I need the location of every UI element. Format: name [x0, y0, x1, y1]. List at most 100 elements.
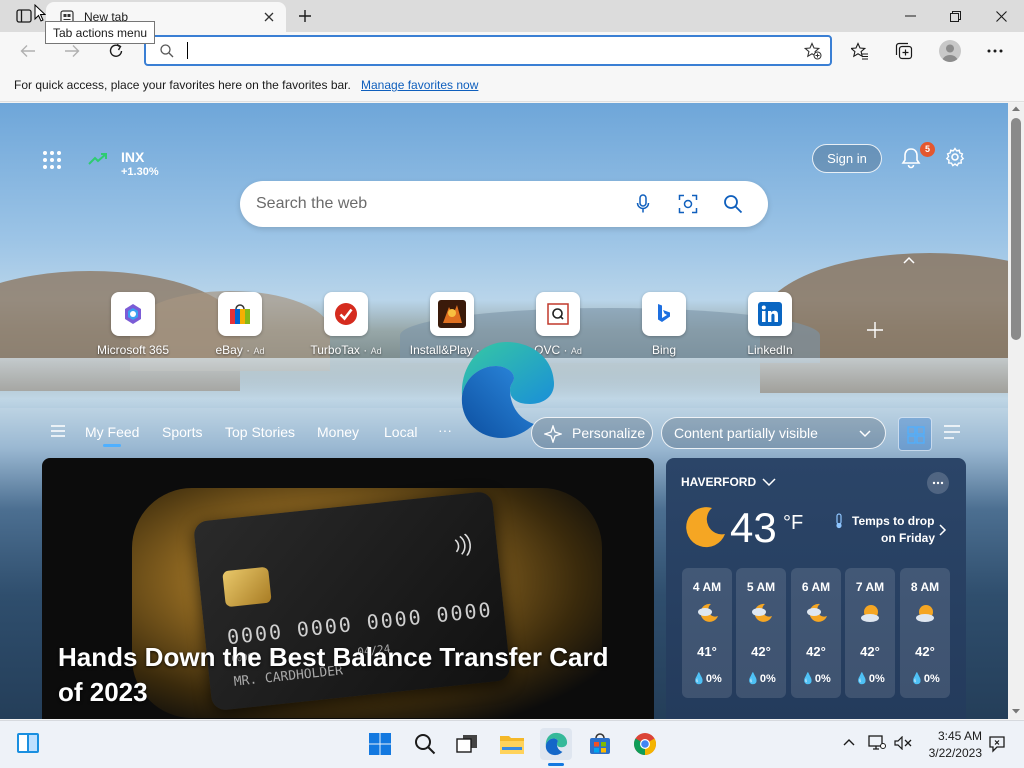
weather-card[interactable]: HAVERFORD 43 °F Temps to drop on Friday … — [666, 458, 966, 719]
clock-time[interactable]: 3:45 AM — [930, 729, 982, 743]
hero-headline[interactable]: Hands Down the Best Balance Transfer Car… — [58, 640, 638, 710]
sign-in-button[interactable]: Sign in — [812, 144, 882, 173]
weather-more-options-button[interactable] — [927, 472, 949, 494]
scrollbar-thumb[interactable] — [1011, 118, 1021, 340]
taskbar-search-button[interactable] — [409, 728, 441, 760]
clock-date[interactable]: 3/22/2023 — [920, 746, 982, 760]
quick-link-label: LinkedIn — [747, 343, 793, 357]
moon-cloud-icon — [750, 602, 774, 626]
quick-link-label: Bing — [651, 343, 677, 357]
microsoft-store-button[interactable] — [584, 728, 616, 760]
forecast-temperature: 42° — [915, 644, 935, 659]
forecast-precipitation: 💧0% — [910, 673, 940, 685]
more-tabs-button[interactable]: ··· — [438, 422, 452, 438]
restore-button[interactable] — [941, 4, 969, 28]
forecast-precipitation: 💧0% — [692, 673, 722, 685]
weather-alert-line-2[interactable]: on Friday — [881, 531, 935, 545]
forward-arrow-icon — [65, 45, 80, 57]
edge-taskbar-button[interactable] — [540, 728, 572, 760]
active-app-indicator — [548, 763, 564, 766]
quick-link-qvc[interactable] — [536, 292, 580, 336]
tab-actions-menu-button[interactable] — [14, 6, 34, 26]
volume-muted-icon[interactable] — [894, 736, 912, 750]
moon-cloud-icon — [805, 602, 829, 626]
visual-search-button[interactable] — [678, 194, 698, 214]
search-submit-button[interactable] — [723, 194, 743, 214]
tab-my-feed[interactable]: My Feed — [85, 424, 139, 440]
hero-news-card[interactable]: 0000 0000 0000 0000 0000 04/24 MR. CARDH… — [42, 458, 654, 719]
quick-link-label: TurboTax · Ad — [310, 343, 382, 357]
close-window-button[interactable] — [987, 4, 1015, 28]
tab-top-stories[interactable]: Top Stories — [225, 424, 295, 440]
mouse-cursor-icon — [34, 4, 46, 22]
apps-launcher-button[interactable] — [42, 150, 62, 170]
store-bag-icon — [590, 733, 610, 754]
notifications-button[interactable] — [901, 147, 921, 169]
list-layout-button[interactable] — [944, 425, 960, 439]
web-search-box[interactable]: Search the web — [240, 181, 768, 227]
temperature-unit: °F — [783, 512, 804, 534]
tab-money[interactable]: Money — [317, 424, 359, 440]
notification-center-icon[interactable] — [988, 735, 1006, 753]
forecast-temperature: 42° — [860, 644, 880, 659]
tab-local[interactable]: Local — [384, 424, 417, 440]
personalize-label: Personalize — [572, 425, 646, 441]
personalize-button[interactable]: Personalize — [531, 417, 653, 449]
add-quick-link-button[interactable] — [866, 321, 884, 339]
weather-location[interactable]: HAVERFORD — [681, 475, 756, 489]
task-view-button[interactable] — [451, 728, 483, 760]
scroll-up-arrow-icon[interactable] — [1011, 105, 1021, 112]
search-placeholder: Search the web — [256, 195, 368, 212]
grid-layout-button[interactable] — [898, 417, 932, 451]
address-bar[interactable] — [144, 35, 832, 66]
content-visibility-dropdown[interactable]: Content partially visible — [661, 417, 886, 449]
minimize-button[interactable] — [896, 4, 924, 28]
add-favorite-button[interactable] — [802, 41, 824, 61]
show-hidden-icons-button[interactable] — [843, 738, 855, 746]
back-button[interactable] — [16, 40, 40, 62]
profile-avatar[interactable] — [939, 40, 961, 62]
voice-search-button[interactable] — [636, 194, 650, 214]
feed-menu-button[interactable] — [51, 425, 65, 437]
forecast-time: 5 AM — [746, 580, 776, 594]
quick-link-linkedin[interactable] — [748, 292, 792, 336]
manage-favorites-link[interactable]: Manage favorites now — [361, 78, 478, 92]
widgets-button[interactable] — [16, 732, 40, 754]
chevron-up-icon — [903, 256, 915, 264]
personalize-sparkle-icon — [544, 425, 562, 443]
forecast-time: 4 AM — [692, 580, 722, 594]
quick-link-bing[interactable] — [642, 292, 686, 336]
weather-alert-line-1[interactable]: Temps to drop — [852, 514, 934, 528]
hourly-forecast-item[interactable]: 4 AM 41° 💧0% — [682, 568, 732, 698]
hourly-forecast-item[interactable]: 5 AM 42° 💧0% — [736, 568, 786, 698]
close-tab-button[interactable] — [260, 8, 278, 26]
page-settings-button[interactable] — [945, 147, 965, 167]
scroll-down-arrow-icon[interactable] — [1011, 708, 1021, 715]
new-tab-button[interactable] — [294, 5, 316, 27]
favorites-button[interactable] — [849, 40, 871, 62]
quick-link-install-and-play[interactable] — [430, 292, 474, 336]
qvc-icon — [536, 292, 580, 336]
turbotax-check-icon — [324, 292, 368, 336]
quick-link-microsoft-365[interactable] — [111, 292, 155, 336]
stock-symbol[interactable]: INX — [121, 149, 144, 165]
quick-link-label: Microsoft 365 — [96, 343, 170, 357]
hourly-forecast-item[interactable]: 7 AM 42° 💧0% — [845, 568, 895, 698]
start-button[interactable] — [364, 728, 396, 760]
chrome-button[interactable] — [629, 728, 661, 760]
quick-link-turbotax[interactable] — [324, 292, 368, 336]
file-explorer-button[interactable] — [496, 728, 528, 760]
collections-button[interactable] — [893, 40, 915, 62]
chevron-down-icon[interactable] — [762, 478, 776, 486]
feed-navigation: My Feed Sports Top Stories Money Local ·… — [0, 410, 1008, 456]
hourly-forecast-item[interactable]: 8 AM 42° 💧0% — [900, 568, 950, 698]
chevron-right-icon[interactable] — [939, 524, 947, 536]
network-status-icon[interactable] — [868, 735, 886, 751]
settings-and-more-button[interactable] — [984, 40, 1006, 62]
quick-link-ebay[interactable] — [218, 292, 262, 336]
tab-sports[interactable]: Sports — [162, 424, 202, 440]
star-add-icon — [804, 42, 822, 60]
hourly-forecast-item[interactable]: 6 AM 42° 💧0% — [791, 568, 841, 698]
collapse-quick-links-button[interactable] — [903, 256, 915, 264]
address-input[interactable] — [186, 40, 746, 61]
